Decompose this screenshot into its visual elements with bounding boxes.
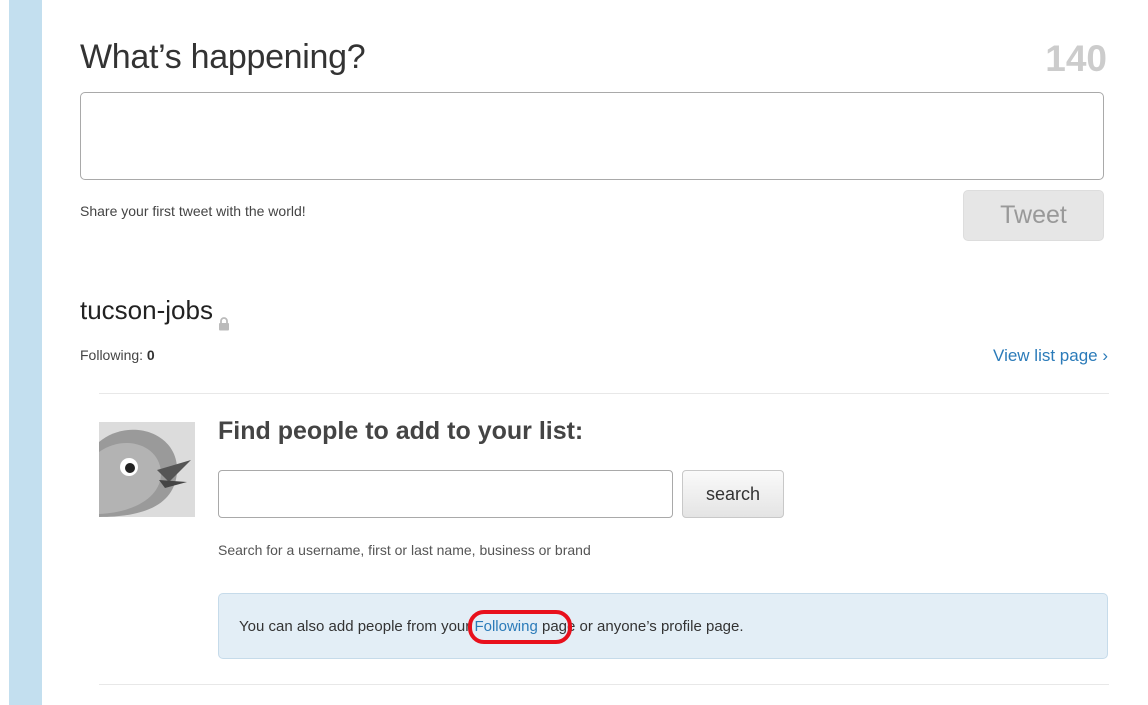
following-page-link[interactable]: Following (474, 618, 537, 635)
list-name-text: tucson-jobs (80, 295, 213, 325)
left-sidebar-strip (0, 0, 42, 705)
character-counter: 140 (1045, 38, 1107, 79)
following-count: Following: 0 (80, 347, 155, 363)
search-hint: Search for a username, first or last nam… (218, 542, 591, 558)
divider-top (99, 393, 1109, 394)
divider-bottom (99, 684, 1109, 685)
list-name: tucson-jobs (80, 295, 230, 330)
info-box: You can also add people from your Follow… (218, 593, 1108, 659)
following-link-wrap: Following (468, 609, 573, 644)
lock-icon (218, 307, 230, 330)
search-button[interactable]: search (682, 470, 784, 518)
page: What’s happening? 140 Share your first t… (0, 0, 1148, 705)
tweet-input[interactable] (80, 92, 1104, 180)
bird-avatar (99, 422, 195, 517)
view-list-page-link[interactable]: View list page › (993, 346, 1108, 366)
following-number: 0 (146, 347, 155, 363)
following-label: Following: (80, 347, 144, 363)
main-content: What’s happening? 140 Share your first t… (42, 0, 1148, 705)
tweet-button[interactable]: Tweet (963, 190, 1104, 241)
people-search-input[interactable] (218, 470, 673, 518)
info-suffix: page or anyone’s profile page. (537, 617, 744, 635)
info-prefix: You can also add people from your (239, 617, 475, 635)
tweet-hint: Share your first tweet with the world! (80, 203, 306, 219)
find-people-title: Find people to add to your list: (218, 417, 584, 445)
status-title: What’s happening? (80, 38, 366, 76)
